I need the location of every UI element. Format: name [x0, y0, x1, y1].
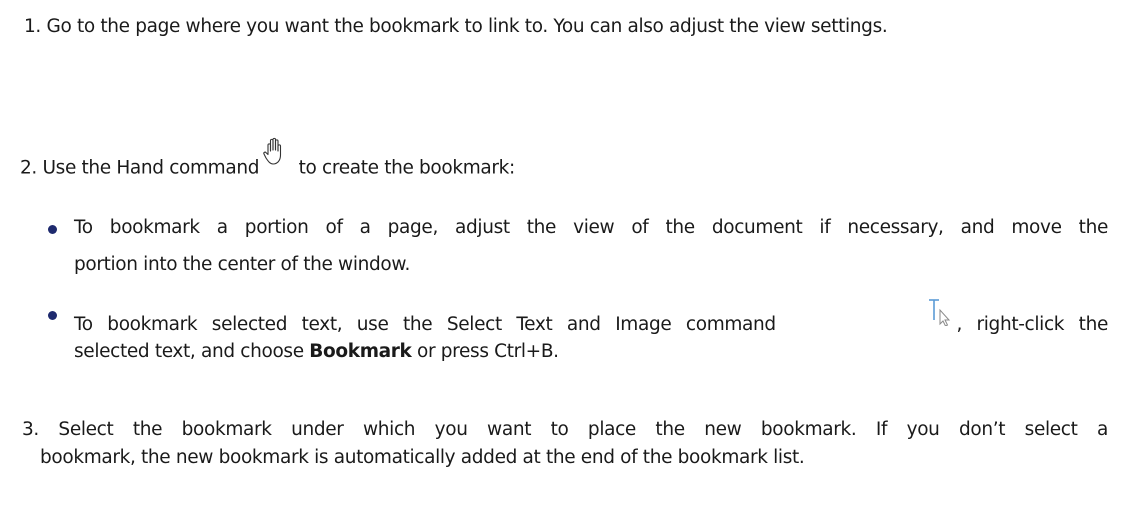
step-2-text-after: to create the bookmark:: [293, 157, 516, 179]
bullet-2-line-1: To bookmark selected text, use the Selec…: [74, 299, 1108, 337]
bullet-2-line-2-before: selected text, and choose: [74, 341, 310, 362]
bookmark-bold-label: Bookmark: [309, 341, 412, 362]
step-3-line-1: 3. Select the bookmark under which you w…: [22, 419, 1108, 440]
step-1-text: 1. Go to the page where you want the boo…: [24, 16, 888, 37]
bullet-2-tail: , right-click the: [928, 299, 1108, 337]
bullet-2-line-2-after: or press Ctrl+B.: [411, 341, 559, 362]
select-text-image-icon: [928, 298, 954, 333]
step-2-text-before: 2. Use the Hand command: [20, 157, 260, 179]
step-2: 2. Use the Hand command to create the bo…: [20, 137, 516, 189]
bullet-2-line-2: selected text, and choose Bookmark or pr…: [74, 340, 559, 364]
bullet-2-text-after: , right-click the: [956, 314, 1108, 335]
bullet-2-text-before: To bookmark selected text, use the Selec…: [74, 314, 776, 335]
bullet-1-line-2: portion into the center of the window.: [74, 254, 410, 275]
step-3-line-2: bookmark, the new bookmark is automatica…: [40, 447, 805, 468]
hand-icon: [260, 136, 292, 177]
bullet-1-line-1: To bookmark a portion of a page, adjust …: [74, 217, 1108, 238]
bullet-dot-2: [48, 311, 57, 320]
bullet-dot-1: [48, 225, 57, 234]
